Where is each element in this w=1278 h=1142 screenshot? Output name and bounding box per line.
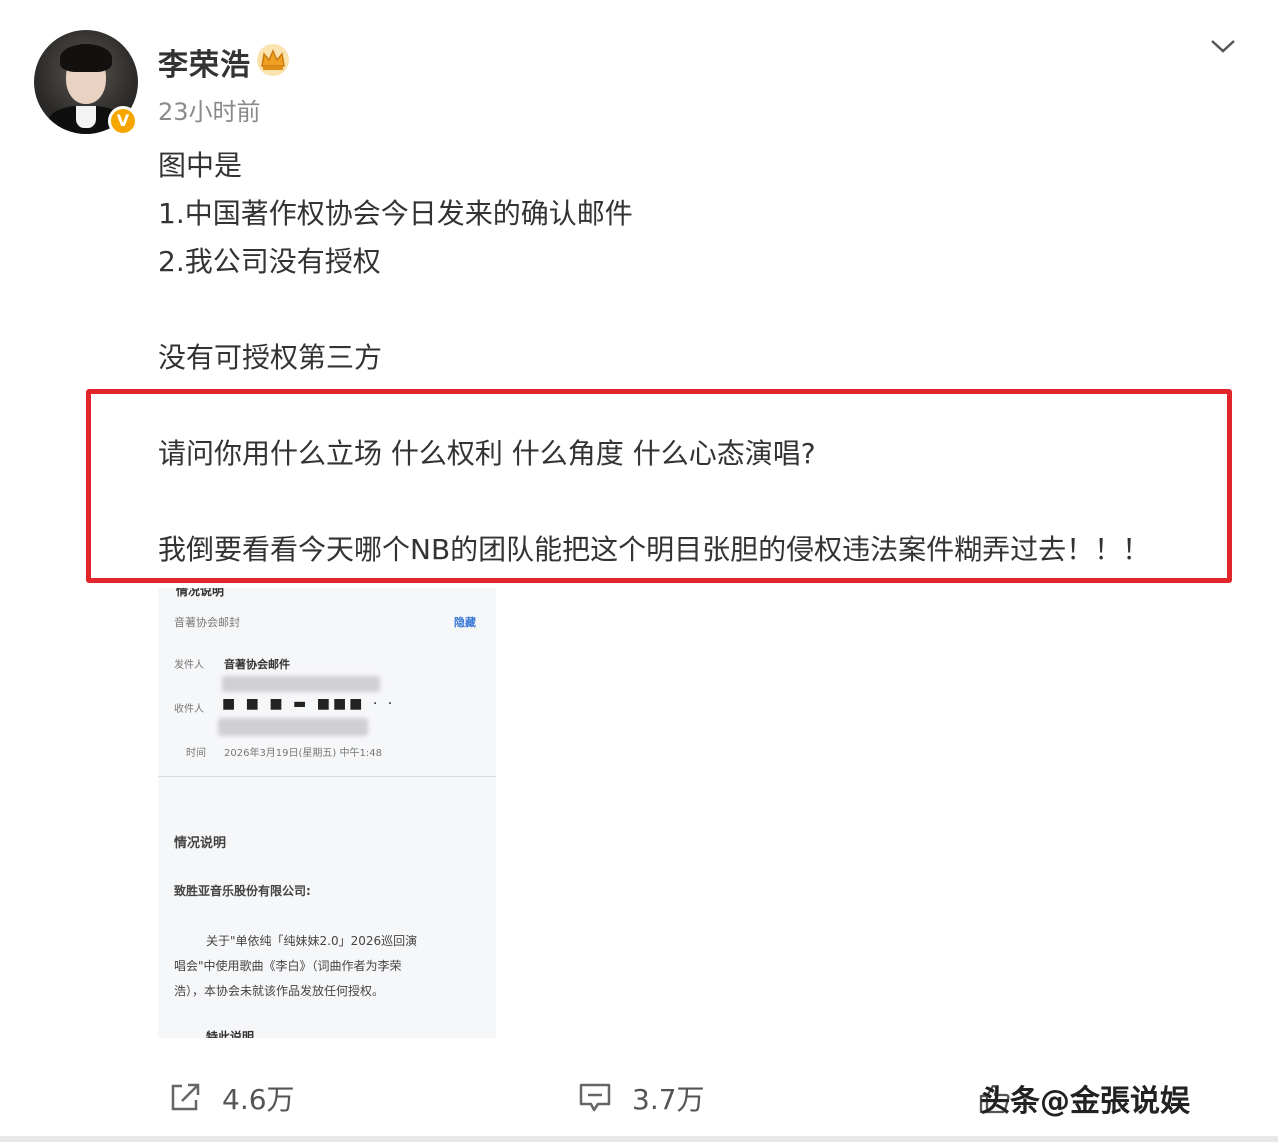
post-timestamp: 23小时前 [158, 98, 261, 126]
crown-icon [257, 44, 289, 76]
doc-sender-label: 发件人 [174, 660, 204, 671]
doc-header-partial: 情况说明 [176, 588, 225, 598]
post-text-line: 1.中国著作权协会今日发来的确认邮件 [158, 197, 633, 230]
repost-count[interactable]: 4.6万 [222, 1078, 295, 1118]
doc-hide-link[interactable]: 隐藏 [454, 614, 476, 630]
doc-recipient-label: 收件人 [174, 704, 204, 715]
watermark: 头条@金張说娱 [980, 1084, 1190, 1119]
post-text-line: 2.我公司没有授权 [158, 245, 381, 278]
avatar-collar [76, 106, 96, 128]
doc-sender-value: 音著协会邮件 [224, 658, 290, 671]
bottom-divider [0, 1136, 1278, 1142]
verified-badge-icon: V [108, 106, 138, 136]
author-name[interactable]: 李荣浩 [158, 40, 251, 84]
doc-divider [158, 776, 496, 777]
doc-time-value: 2026年3月19日(星期五) 中午1:48 [224, 748, 382, 759]
post-text-line: 没有可授权第三方 [158, 341, 383, 374]
post-text-line: 图中是 [158, 149, 243, 182]
doc-redacted [222, 676, 380, 692]
doc-addressee: 致胜亚音乐股份有限公司: [174, 884, 311, 898]
highlight-box [86, 389, 1232, 583]
chevron-down-icon[interactable] [1208, 36, 1238, 56]
comment-icon[interactable] [578, 1080, 612, 1114]
repost-icon[interactable] [168, 1080, 202, 1114]
doc-heading: 情况说明 [174, 836, 227, 851]
doc-footer-partial: 特此说明 [206, 1030, 255, 1038]
comment-count[interactable]: 3.7万 [632, 1078, 705, 1118]
doc-redacted [218, 718, 368, 736]
avatar-hair [60, 44, 112, 72]
document-image[interactable]: 情况说明 音著协会邮封 隐藏 发件人 音著协会邮件 收件人 ■ ■ ■ ▬ ■■… [158, 588, 496, 1038]
doc-sender-org: 音著协会邮封 [174, 616, 240, 629]
doc-redacted-dots: ■ ■ ■ ▬ ■■■ · · [222, 696, 396, 712]
doc-body-line: 浩），本协会未就该作品发放任何授权。 [174, 984, 385, 998]
doc-body-line: 关于"单依纯「纯妹妹2.0」2026巡回演 [206, 934, 418, 948]
doc-body-line: 唱会"中使用歌曲《李白》（词曲作者为李荣 [174, 959, 402, 973]
doc-time-label: 时间 [186, 748, 206, 759]
